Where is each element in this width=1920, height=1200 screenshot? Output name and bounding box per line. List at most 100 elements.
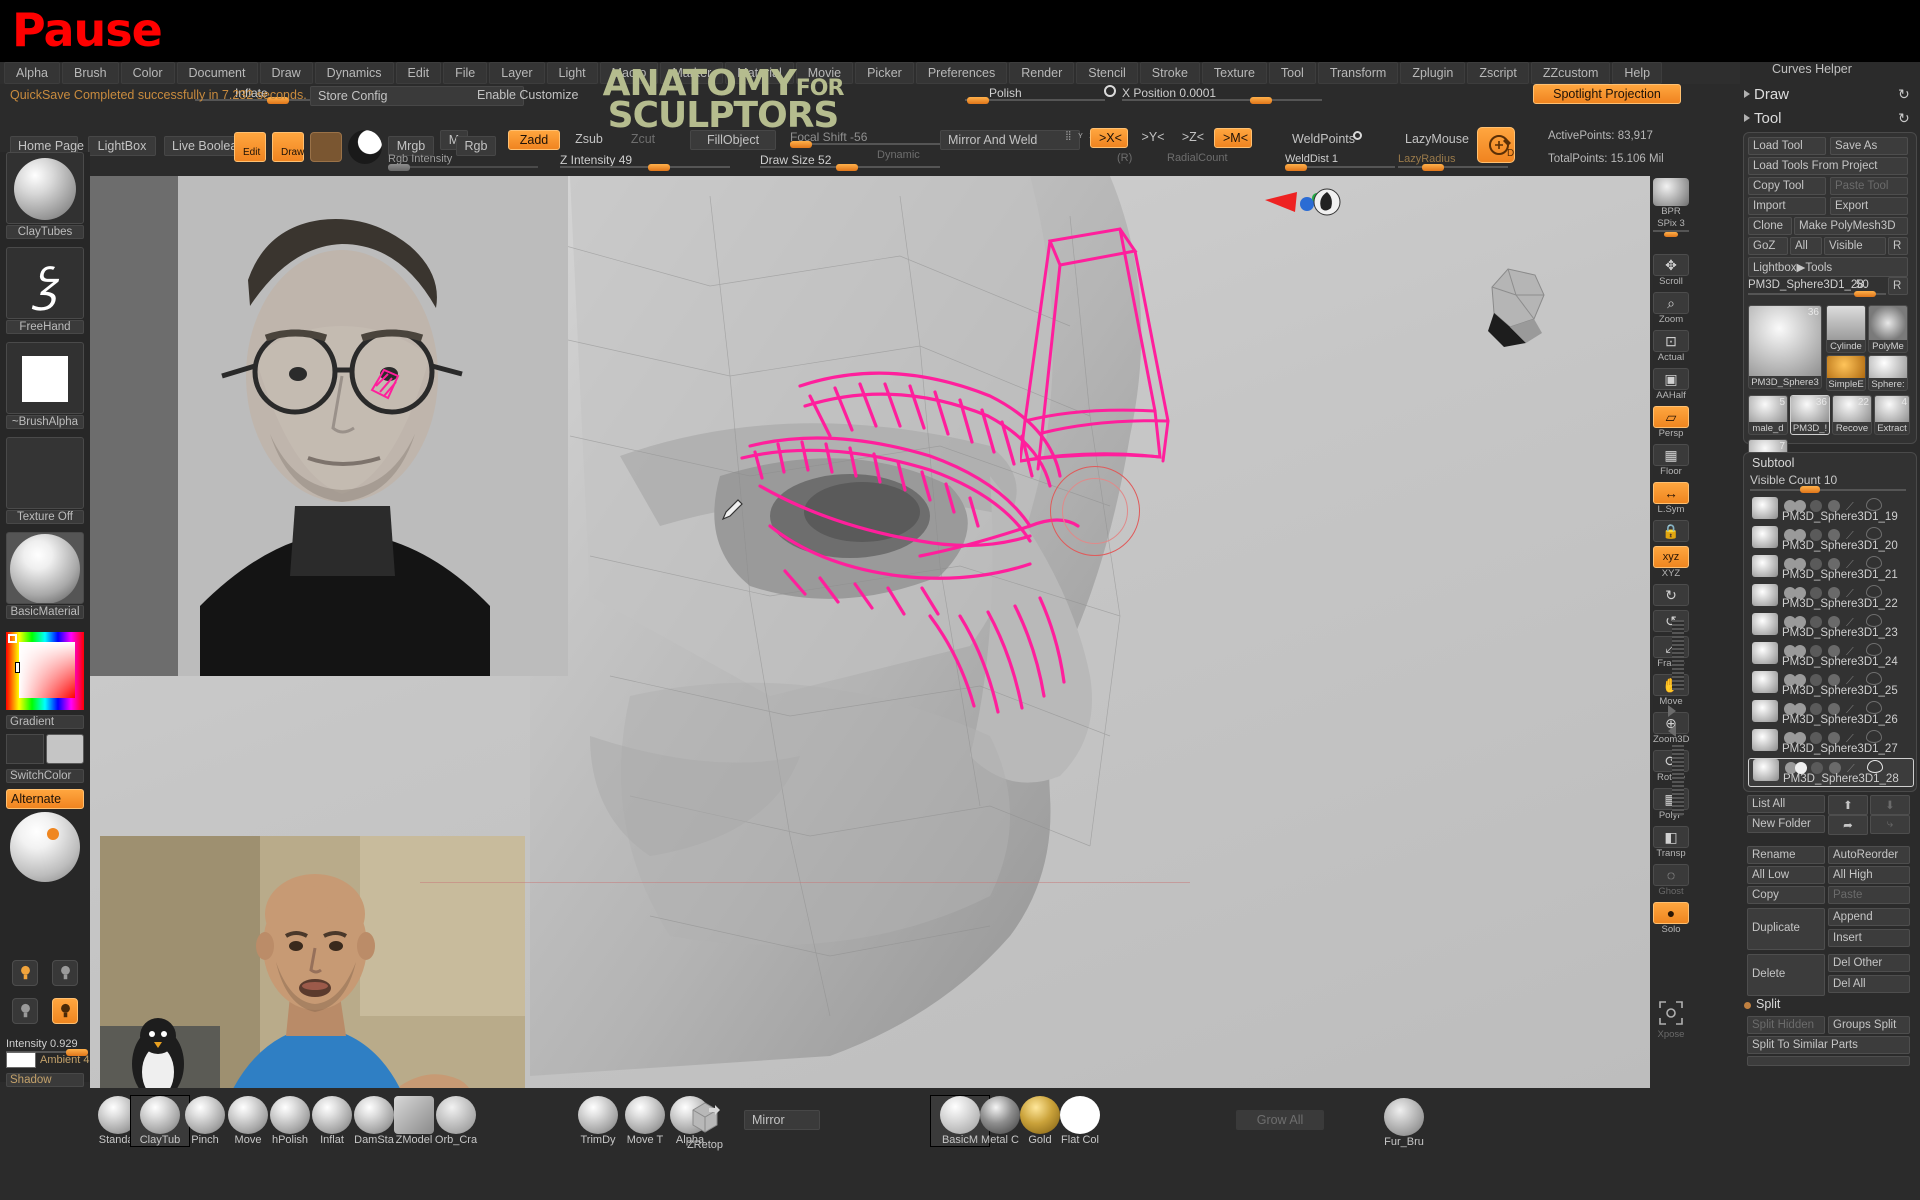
menu-item-dynamics[interactable]: Dynamics xyxy=(314,62,394,84)
menu-item-draw[interactable]: Draw xyxy=(259,62,313,84)
zretop-button[interactable]: ZRetop xyxy=(676,1098,734,1151)
menu-item-light[interactable]: Light xyxy=(546,62,598,84)
subtool-eye-icon[interactable] xyxy=(1866,556,1882,569)
toolbar-button-ghost[interactable]: ◌ Ghost xyxy=(1653,864,1689,897)
subtool-row[interactable]: ⟋ PM3D_Sphere3D1_19 xyxy=(1748,497,1914,526)
weld-points-button[interactable]: WeldPoints xyxy=(1285,130,1355,148)
brush-orb-cra[interactable]: Orb_Cra xyxy=(427,1096,485,1146)
subtool-eye-icon[interactable] xyxy=(1866,498,1882,511)
groups-split-button[interactable]: Groups Split xyxy=(1828,1016,1910,1034)
tool-thumb-1[interactable]: Cylinde xyxy=(1826,305,1866,353)
toolbar-button-l-sym[interactable]: ↔ L.Sym xyxy=(1653,482,1689,515)
subtool-row[interactable]: ⟋ PM3D_Sphere3D1_22 xyxy=(1748,584,1914,613)
axis-m-button[interactable]: >M< xyxy=(1214,128,1252,148)
tool-r-button[interactable]: R xyxy=(1888,237,1908,255)
alternate-button[interactable]: Alternate xyxy=(6,789,84,809)
axis-x-button[interactable]: >X< xyxy=(1090,128,1128,148)
lightbox-button[interactable]: LightBox xyxy=(88,136,156,156)
subtool-eye-icon[interactable] xyxy=(1866,614,1882,627)
shelf-item-texture[interactable]: Texture Off xyxy=(6,437,84,524)
menu-item-movie[interactable]: Movie xyxy=(795,62,854,84)
lightbox-tools-button[interactable]: Lightbox▶Tools xyxy=(1748,257,1908,277)
menu-item-material[interactable]: Material xyxy=(725,62,794,84)
light-sphere-preview[interactable] xyxy=(10,812,80,882)
folder-in-button[interactable]: ⤷ xyxy=(1870,815,1910,834)
edit-button[interactable]: Edit xyxy=(234,132,266,162)
rgb-intensity-slider[interactable]: Rgb Intensity xyxy=(388,153,538,171)
make-polymesh3d-button[interactable]: Make PolyMesh3D xyxy=(1794,217,1908,235)
light-bulb-icon-3[interactable] xyxy=(12,998,38,1024)
gradient-button[interactable]: Gradient xyxy=(6,715,84,729)
delete-button[interactable]: Delete xyxy=(1747,954,1825,996)
shelf-item-material[interactable]: BasicMaterial xyxy=(6,532,84,619)
toolbar-button-solo[interactable]: ● Solo xyxy=(1653,902,1689,935)
menu-item-transform[interactable]: Transform xyxy=(1317,62,1399,84)
zcut-button[interactable]: Zcut xyxy=(620,130,666,148)
menu-item-edit[interactable]: Edit xyxy=(395,62,442,84)
subtool-smooth-icon[interactable]: ⟋ xyxy=(1846,733,1858,745)
menu-item-texture[interactable]: Texture xyxy=(1201,62,1267,84)
menu-item-marker[interactable]: Marker xyxy=(660,62,724,84)
mirror-button[interactable]: Mirror xyxy=(744,1110,820,1130)
subtool-row[interactable]: ⟋ PM3D_Sphere3D1_21 xyxy=(1748,555,1914,584)
primary-color-swatch[interactable] xyxy=(6,734,44,764)
mrgb-swatch-icon[interactable] xyxy=(348,130,382,164)
folder-out-button[interactable]: ➦ xyxy=(1828,815,1868,835)
split-to-similar-parts-button[interactable]: Split To Similar Parts xyxy=(1747,1036,1910,1054)
fur-brush-button[interactable]: Fur_Bru xyxy=(1375,1098,1433,1148)
menu-item-stroke[interactable]: Stroke xyxy=(1139,62,1200,84)
subtool-row[interactable]: ⟋ PM3D_Sphere3D1_27 xyxy=(1748,729,1914,758)
export-button[interactable]: Export xyxy=(1830,197,1908,215)
tool-thumb-8[interactable]: 4 Extract xyxy=(1874,395,1910,435)
subtool-eye-icon[interactable] xyxy=(1866,643,1882,656)
toolbar-button-zoom3d[interactable]: ⊕ Zoom3D xyxy=(1653,712,1689,745)
tool-reset-icon[interactable]: ↻ xyxy=(1898,110,1910,127)
move-up-button[interactable]: ⬆ xyxy=(1828,795,1868,815)
rename-button[interactable]: Rename xyxy=(1747,846,1825,864)
mirror-and-weld-button[interactable]: Mirror And Weld xyxy=(940,130,1080,150)
copy-tool-button[interactable]: Copy Tool xyxy=(1748,177,1826,195)
subtool-smooth-icon[interactable]: ⟋ xyxy=(1846,530,1858,542)
all-button[interactable]: All xyxy=(1790,237,1822,255)
lazy-mouse-dynamic-icon[interactable]: D xyxy=(1477,127,1515,163)
subtool-eye-icon[interactable] xyxy=(1866,585,1882,598)
color-swatches[interactable] xyxy=(6,734,84,766)
light-bulb-icon-2[interactable] xyxy=(52,960,78,986)
bpr-render-icon[interactable] xyxy=(1653,178,1689,206)
xpose-button[interactable]: Xpose xyxy=(1655,1000,1687,1040)
shelf-item-claytubes[interactable]: ClayTubes xyxy=(6,152,84,239)
menu-item-zzcustom[interactable]: ZZcustom xyxy=(1530,62,1611,84)
light-bulb-icon-1[interactable] xyxy=(12,960,38,986)
split-hidden-button[interactable]: Split Hidden xyxy=(1747,1016,1825,1034)
sculpt-canvas[interactable] xyxy=(90,176,1650,1088)
tool-thumb-2[interactable]: PolyMe xyxy=(1868,305,1908,353)
menu-item-layer[interactable]: Layer xyxy=(489,62,545,84)
autoreorder-button[interactable]: AutoReorder xyxy=(1828,846,1910,864)
append-button[interactable]: Append xyxy=(1828,908,1910,926)
menu-item-file[interactable]: File xyxy=(443,62,488,84)
toolbar-button-zoom[interactable]: ⌕ Zoom xyxy=(1653,292,1689,325)
spotlight-projection-button[interactable]: Spotlight Projection xyxy=(1533,84,1681,104)
z-intensity-slider[interactable]: Z Intensity 49 xyxy=(560,153,730,171)
tool-thumb-4[interactable]: Sphere: xyxy=(1868,355,1908,391)
load-tool-button[interactable]: Load Tool xyxy=(1748,137,1826,155)
menu-item-picker[interactable]: Picker xyxy=(855,62,914,84)
subtool-eye-icon[interactable] xyxy=(1866,730,1882,743)
save-as-button[interactable]: Save As xyxy=(1830,137,1908,155)
new-folder-button[interactable]: New Folder xyxy=(1747,815,1825,833)
subtool-row[interactable]: ⟋ PM3D_Sphere3D1_28 xyxy=(1748,758,1914,787)
menu-item-document[interactable]: Document xyxy=(176,62,258,84)
import-button[interactable]: Import xyxy=(1748,197,1826,215)
all-low-button[interactable]: All Low xyxy=(1747,866,1825,884)
tool-thumb-0[interactable]: 36 PM3D_Sphere3 xyxy=(1748,305,1822,389)
current-tool-r-button[interactable]: R xyxy=(1888,277,1908,295)
toolbar-button-polyf[interactable]: ▦ PolyF xyxy=(1653,788,1689,821)
del-all-button[interactable]: Del All xyxy=(1828,975,1910,993)
toolbar-button-rotate-y-icon[interactable]: ↻ xyxy=(1653,584,1689,606)
split-section-title[interactable]: Split xyxy=(1756,997,1780,1011)
toolbar-button-floor[interactable]: ▦ Floor xyxy=(1653,444,1689,477)
subtool-eye-icon[interactable] xyxy=(1866,527,1882,540)
axis-y-button[interactable]: >Y< xyxy=(1134,128,1172,146)
subtool-smooth-icon[interactable]: ⟋ xyxy=(1847,763,1859,775)
radial-count-label[interactable]: RadialCount xyxy=(1160,150,1235,166)
